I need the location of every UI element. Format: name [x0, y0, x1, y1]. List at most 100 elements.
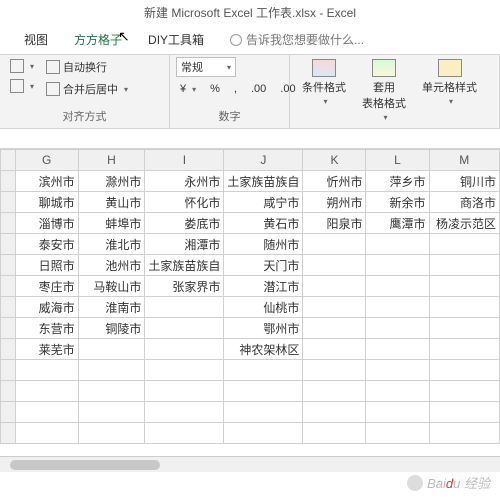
row-header[interactable]	[1, 360, 16, 381]
row-header[interactable]	[1, 297, 16, 318]
col-header-J[interactable]: J	[224, 150, 303, 171]
cell[interactable]: 铜川市	[429, 171, 499, 192]
cell[interactable]	[366, 276, 429, 297]
increase-decimal-button[interactable]: .00	[247, 81, 270, 97]
cell[interactable]	[429, 318, 499, 339]
cell[interactable]: 枣庄市	[15, 276, 78, 297]
row-header[interactable]	[1, 171, 16, 192]
cell[interactable]	[145, 318, 224, 339]
cell[interactable]	[303, 381, 366, 402]
row-header[interactable]	[1, 234, 16, 255]
tab-fangfanggezi[interactable]: 方方格子	[70, 29, 126, 50]
table-format-button[interactable]: 套用 表格格式▾	[356, 57, 412, 124]
cell[interactable]	[366, 339, 429, 360]
cell[interactable]	[145, 381, 224, 402]
cell[interactable]	[366, 318, 429, 339]
row-header[interactable]	[1, 423, 16, 444]
cell[interactable]: 萍乡市	[366, 171, 429, 192]
cell[interactable]	[145, 423, 224, 444]
cell[interactable]: 滨州市	[15, 171, 78, 192]
cell[interactable]: 湘潭市	[145, 234, 224, 255]
col-header-K[interactable]: K	[303, 150, 366, 171]
merge-center-button[interactable]: 合并后居中▾	[42, 79, 132, 99]
horizontal-scrollbar[interactable]	[0, 456, 500, 472]
indent-btn[interactable]: ▾	[6, 77, 38, 95]
cell[interactable]	[429, 255, 499, 276]
cell[interactable]	[429, 423, 499, 444]
cell[interactable]: 土家族苗族自	[224, 171, 303, 192]
cell[interactable]: 神农架林区	[224, 339, 303, 360]
cell[interactable]: 杨凌示范区	[429, 213, 499, 234]
row-header[interactable]	[1, 318, 16, 339]
cell[interactable]	[429, 339, 499, 360]
col-header-I[interactable]: I	[145, 150, 224, 171]
cell[interactable]	[224, 381, 303, 402]
cell[interactable]	[15, 360, 78, 381]
cell[interactable]	[429, 360, 499, 381]
cell[interactable]	[78, 339, 145, 360]
spreadsheet-grid[interactable]: GHIJKLM滨州市滁州市永州市土家族苗族自忻州市萍乡市铜川市聊城市黄山市怀化市…	[0, 149, 500, 444]
row-header[interactable]	[1, 339, 16, 360]
cell[interactable]	[429, 234, 499, 255]
col-header-M[interactable]: M	[429, 150, 499, 171]
cell[interactable]: 滁州市	[78, 171, 145, 192]
row-header[interactable]	[1, 255, 16, 276]
wrap-text-button[interactable]: 自动换行	[42, 57, 132, 77]
cell[interactable]: 鄂州市	[224, 318, 303, 339]
cell[interactable]	[429, 297, 499, 318]
cell[interactable]: 蚌埠市	[78, 213, 145, 234]
cell[interactable]	[303, 402, 366, 423]
cell[interactable]	[145, 339, 224, 360]
cell[interactable]	[366, 402, 429, 423]
cell[interactable]	[224, 360, 303, 381]
cell[interactable]: 马鞍山市	[78, 276, 145, 297]
cell[interactable]: 土家族苗族自	[145, 255, 224, 276]
cell[interactable]: 张家界市	[145, 276, 224, 297]
cell[interactable]	[15, 381, 78, 402]
tell-me-search[interactable]: 告诉我您想要做什么...	[226, 29, 368, 50]
cell[interactable]	[429, 381, 499, 402]
cell[interactable]: 永州市	[145, 171, 224, 192]
align-btn-1[interactable]: ▾	[6, 57, 38, 75]
cell[interactable]	[366, 297, 429, 318]
cell[interactable]	[366, 255, 429, 276]
cell[interactable]	[303, 360, 366, 381]
cell[interactable]: 阳泉市	[303, 213, 366, 234]
col-header-H[interactable]: H	[78, 150, 145, 171]
cell[interactable]	[303, 339, 366, 360]
col-header-L[interactable]: L	[366, 150, 429, 171]
cell[interactable]	[366, 234, 429, 255]
tab-diy-toolbox[interactable]: DIY工具箱	[144, 29, 208, 50]
cell[interactable]	[15, 402, 78, 423]
cell[interactable]	[145, 360, 224, 381]
cell[interactable]	[78, 423, 145, 444]
cell[interactable]	[224, 402, 303, 423]
cell[interactable]: 日照市	[15, 255, 78, 276]
comma-button[interactable]: ,	[230, 81, 241, 97]
cell[interactable]: 泰安市	[15, 234, 78, 255]
cell[interactable]: 莱芜市	[15, 339, 78, 360]
cell[interactable]: 聊城市	[15, 192, 78, 213]
corner-cell[interactable]	[1, 150, 16, 171]
cell[interactable]	[303, 297, 366, 318]
cell[interactable]: 东营市	[15, 318, 78, 339]
cell[interactable]: 池州市	[78, 255, 145, 276]
cell[interactable]	[366, 423, 429, 444]
cell[interactable]	[429, 402, 499, 423]
percent-button[interactable]: %	[206, 81, 224, 97]
cell[interactable]: 怀化市	[145, 192, 224, 213]
cell[interactable]: 天门市	[224, 255, 303, 276]
cell[interactable]: 淄博市	[15, 213, 78, 234]
currency-button[interactable]: ¥▾	[176, 81, 200, 97]
cell[interactable]: 黄石市	[224, 213, 303, 234]
row-header[interactable]	[1, 381, 16, 402]
row-header[interactable]	[1, 213, 16, 234]
cell[interactable]: 娄底市	[145, 213, 224, 234]
cell[interactable]: 威海市	[15, 297, 78, 318]
conditional-format-button[interactable]: 条件格式▾	[296, 57, 352, 108]
cell-style-button[interactable]: 单元格样式▾	[416, 57, 483, 108]
row-header[interactable]	[1, 276, 16, 297]
cell[interactable]: 黄山市	[78, 192, 145, 213]
cell[interactable]: 潜江市	[224, 276, 303, 297]
col-header-G[interactable]: G	[15, 150, 78, 171]
